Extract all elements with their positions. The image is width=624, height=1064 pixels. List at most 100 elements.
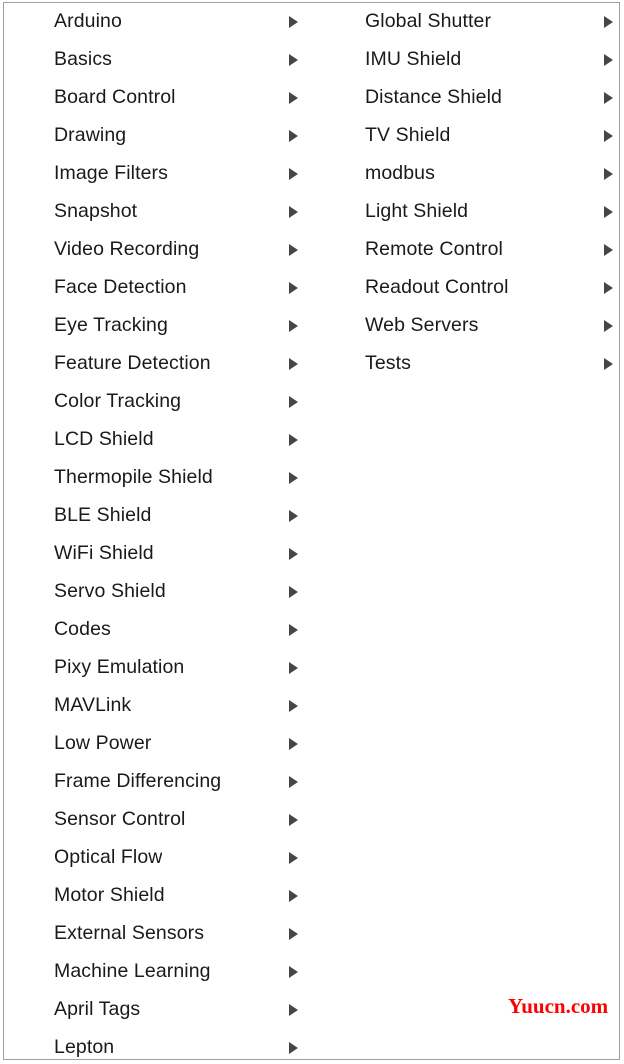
menu-item[interactable]: Codes <box>4 611 312 649</box>
menu-item[interactable]: Remote Control <box>312 231 619 269</box>
menu-item-label: Light Shield <box>365 202 469 222</box>
menu-item[interactable]: IMU Shield <box>312 41 619 79</box>
submenu-arrow-icon <box>604 16 613 28</box>
submenu-arrow-icon <box>289 244 298 256</box>
menu-item-label: modbus <box>365 164 435 184</box>
menu-item[interactable]: Feature Detection <box>4 345 312 383</box>
submenu-arrow-icon <box>289 130 298 142</box>
submenu-arrow-icon <box>289 662 298 674</box>
menu-item-label: Lepton <box>54 1038 115 1058</box>
menu-item[interactable]: Light Shield <box>312 193 619 231</box>
menu-item[interactable]: Sensor Control <box>4 801 312 839</box>
menu-item-label: Tests <box>365 354 412 374</box>
menu-item-label: TV Shield <box>365 126 451 146</box>
submenu-arrow-icon <box>604 358 613 370</box>
menu-item[interactable]: External Sensors <box>4 915 312 953</box>
submenu-arrow-icon <box>604 244 613 256</box>
menu-item[interactable]: LCD Shield <box>4 421 312 459</box>
menu-item[interactable]: MAVLink <box>4 687 312 725</box>
submenu-arrow-icon <box>289 852 298 864</box>
menu-item-label: Sensor Control <box>54 810 186 830</box>
submenu-arrow-icon <box>289 282 298 294</box>
submenu-arrow-icon <box>289 396 298 408</box>
menu-item-label: Drawing <box>54 126 127 146</box>
submenu-arrow-icon <box>289 472 298 484</box>
menu-item[interactable]: Snapshot <box>4 193 312 231</box>
menu-item[interactable]: Board Control <box>4 79 312 117</box>
menu-item[interactable]: Thermopile Shield <box>4 459 312 497</box>
submenu-arrow-icon <box>604 54 613 66</box>
menu-item[interactable]: Arduino <box>4 3 312 41</box>
menu-item[interactable]: Face Detection <box>4 269 312 307</box>
submenu-arrow-icon <box>289 814 298 826</box>
menu-item-label: Image Filters <box>54 164 168 184</box>
menu-item[interactable]: Tests <box>312 345 619 383</box>
menu-item[interactable]: Motor Shield <box>4 877 312 915</box>
menu-item[interactable]: Color Tracking <box>4 383 312 421</box>
menu-item-label: MAVLink <box>54 696 132 716</box>
menu-item-label: Video Recording <box>54 240 200 260</box>
menu-item-label: BLE Shield <box>54 506 152 526</box>
submenu-arrow-icon <box>604 206 613 218</box>
menu-item-label: Frame Differencing <box>54 772 222 792</box>
menu-item-label: Remote Control <box>365 240 503 260</box>
menu-item[interactable]: Image Filters <box>4 155 312 193</box>
menu-item[interactable]: Eye Tracking <box>4 307 312 345</box>
menu-item[interactable]: Servo Shield <box>4 573 312 611</box>
submenu-arrow-icon <box>289 92 298 104</box>
menu-columns: Arduino Basics Board Control Drawing Image F… <box>4 3 619 1059</box>
menu-item[interactable]: Drawing <box>4 117 312 155</box>
menu-item[interactable]: Global Shutter <box>312 3 619 41</box>
menu-item[interactable]: Low Power <box>4 725 312 763</box>
submenu-arrow-icon <box>289 510 298 522</box>
menu-column-right: Global Shutter IMU Shield Distance Shield T… <box>312 3 619 383</box>
menu-item[interactable]: Optical Flow <box>4 839 312 877</box>
menu-item-label: Codes <box>54 620 111 640</box>
submenu-arrow-icon <box>289 16 298 28</box>
menu-item[interactable]: Video Recording <box>4 231 312 269</box>
menu-item-label: Feature Detection <box>54 354 211 374</box>
submenu-arrow-icon <box>289 890 298 902</box>
menu-item[interactable]: Frame Differencing <box>4 763 312 801</box>
menu-item[interactable]: Lepton <box>4 1029 312 1059</box>
submenu-arrow-icon <box>289 206 298 218</box>
menu-item[interactable]: Pixy Emulation <box>4 649 312 687</box>
menu-item[interactable]: WiFi Shield <box>4 535 312 573</box>
submenu-arrow-icon <box>289 1042 298 1054</box>
menu-item-label: Servo Shield <box>54 582 166 602</box>
menu-item-label: LCD Shield <box>54 430 154 450</box>
menu-item[interactable]: TV Shield <box>312 117 619 155</box>
menu-item[interactable]: BLE Shield <box>4 497 312 535</box>
menu-item[interactable]: April Tags <box>4 991 312 1029</box>
watermark-text: Yuucn.com <box>508 994 609 1018</box>
menu-item-label: External Sensors <box>54 924 205 944</box>
menu-item[interactable]: Web Servers <box>312 307 619 345</box>
submenu-arrow-icon <box>604 282 613 294</box>
menu-item-label: Board Control <box>54 88 176 108</box>
menu-item[interactable]: Distance Shield <box>312 79 619 117</box>
menu-item-label: Motor Shield <box>54 886 165 906</box>
submenu-arrow-icon <box>289 320 298 332</box>
menu-column-left: Arduino Basics Board Control Drawing Image F… <box>4 3 312 1059</box>
submenu-arrow-icon <box>289 966 298 978</box>
menu-item-label: Optical Flow <box>54 848 163 868</box>
menu-item[interactable]: Machine Learning <box>4 953 312 991</box>
submenu-arrow-icon <box>604 320 613 332</box>
submenu-arrow-icon <box>604 92 613 104</box>
examples-menu-panel: Arduino Basics Board Control Drawing Image F… <box>3 2 620 1060</box>
submenu-arrow-icon <box>289 434 298 446</box>
submenu-arrow-icon <box>604 130 613 142</box>
submenu-arrow-icon <box>289 54 298 66</box>
menu-item[interactable]: modbus <box>312 155 619 193</box>
menu-item[interactable]: Basics <box>4 41 312 79</box>
menu-item-label: Basics <box>54 50 113 70</box>
menu-item-label: Distance Shield <box>365 88 502 108</box>
menu-item-label: Color Tracking <box>54 392 182 412</box>
submenu-arrow-icon <box>289 738 298 750</box>
menu-item-label: Pixy Emulation <box>54 658 185 678</box>
menu-item[interactable]: Readout Control <box>312 269 619 307</box>
submenu-arrow-icon <box>604 168 613 180</box>
menu-item-label: Low Power <box>54 734 152 754</box>
submenu-arrow-icon <box>289 548 298 560</box>
submenu-arrow-icon <box>289 586 298 598</box>
